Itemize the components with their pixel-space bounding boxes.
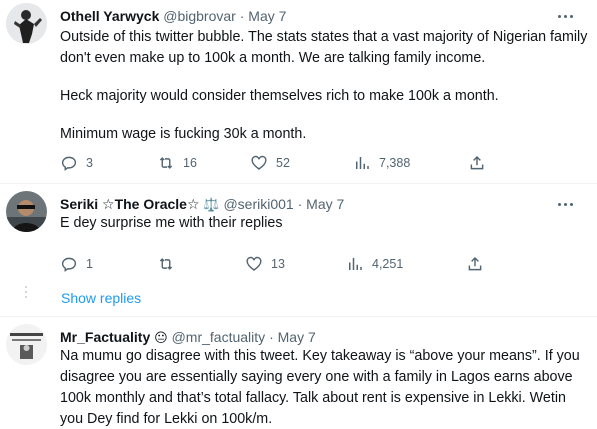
retweet-button[interactable]	[157, 252, 175, 276]
views-button[interactable]: 4,251	[346, 252, 403, 276]
like-button[interactable]: 52	[250, 151, 290, 175]
dot-separator: ·	[269, 329, 274, 345]
tweet-paragraph: E dey surprise me with their replies	[60, 215, 283, 231]
heart-icon	[250, 154, 268, 172]
views-count: 7,388	[379, 156, 411, 170]
views-icon	[346, 255, 364, 273]
like-count: 52	[276, 156, 290, 170]
like-count: 13	[271, 257, 285, 271]
like-button[interactable]: 13	[245, 252, 285, 276]
avatar[interactable]	[6, 324, 47, 365]
tweet-header: Mr_Factuality 😐 @mr_factuality · May 7	[60, 328, 316, 347]
avatar[interactable]	[6, 3, 47, 44]
retweet-count: 16	[183, 156, 197, 170]
tweet-paragraph: Na mumu go disagree with this tweet. Key…	[60, 348, 580, 427]
author-handle[interactable]: @bigbrovar	[163, 8, 236, 24]
tweet-text: E dey surprise me with their replies	[60, 213, 588, 234]
author-handle[interactable]: @mr_factuality	[172, 329, 266, 345]
tweet-seriki: Seriki ☆The Oracle☆ ⚖️ @seriki001 · May …	[0, 184, 597, 284]
reply-count: 3	[86, 156, 93, 170]
tweet-date[interactable]: May 7	[278, 329, 316, 345]
tweet-text: Outside of this twitter bubble. The stat…	[60, 27, 588, 145]
dot-separator: ·	[297, 196, 303, 212]
author-name[interactable]: Mr_Factuality	[60, 329, 150, 345]
thread-connector	[25, 291, 27, 293]
tweet-othell-yarwyck: Othell Yarwyck @bigbrovar · May 7 Outsid…	[0, 0, 597, 183]
tweet-header: Othell Yarwyck @bigbrovar · May 7	[60, 7, 286, 25]
scales-emoji-icon: ⚖️	[203, 197, 220, 212]
more-icon[interactable]	[555, 195, 575, 213]
dot-separator: ·	[239, 8, 245, 24]
retweet-icon	[157, 255, 175, 273]
avatar[interactable]	[6, 191, 47, 232]
reply-icon	[60, 154, 78, 172]
tweet-date[interactable]: May 7	[306, 196, 344, 212]
author-name[interactable]: Seriki ☆The Oracle☆	[60, 196, 200, 212]
heart-icon	[245, 255, 263, 273]
neutral-face-emoji-icon: 😐	[154, 330, 168, 345]
tweet-paragraph: Minimum wage is fucking 30k a month.	[60, 126, 307, 142]
retweet-icon	[157, 154, 175, 172]
tweet-text: Na mumu go disagree with this tweet. Key…	[60, 346, 588, 429]
share-button[interactable]	[468, 151, 486, 175]
tweet-actions: 3 16 52 7,388	[60, 151, 490, 175]
more-icon[interactable]	[555, 7, 575, 25]
tweet-header: Seriki ☆The Oracle☆ ⚖️ @seriki001 · May …	[60, 195, 344, 214]
show-replies-link[interactable]: Show replies	[61, 290, 141, 306]
author-name[interactable]: Othell Yarwyck	[60, 8, 159, 24]
views-count: 4,251	[372, 257, 404, 271]
thread-connector	[25, 296, 27, 298]
reply-count: 1	[86, 257, 93, 271]
views-icon	[353, 154, 371, 172]
share-icon	[468, 154, 486, 172]
tweet-date[interactable]: May 7	[248, 8, 286, 24]
author-handle[interactable]: @seriki001	[223, 196, 293, 212]
reply-button[interactable]: 3	[60, 151, 93, 175]
retweet-button[interactable]: 16	[157, 151, 197, 175]
tweet-actions: 1 13 4,251	[60, 252, 490, 276]
tweet-paragraph: Outside of this twitter bubble. The stat…	[60, 29, 588, 66]
tweet-mr-factuality: Mr_Factuality 😐 @mr_factuality · May 7 N…	[0, 317, 597, 429]
reply-icon	[60, 255, 78, 273]
reply-button[interactable]: 1	[60, 252, 93, 276]
share-icon	[466, 255, 484, 273]
views-button[interactable]: 7,388	[353, 151, 410, 175]
thread-connector	[25, 286, 27, 288]
share-button[interactable]	[466, 252, 484, 276]
tweet-paragraph: Heck majority would consider themselves …	[60, 88, 499, 104]
